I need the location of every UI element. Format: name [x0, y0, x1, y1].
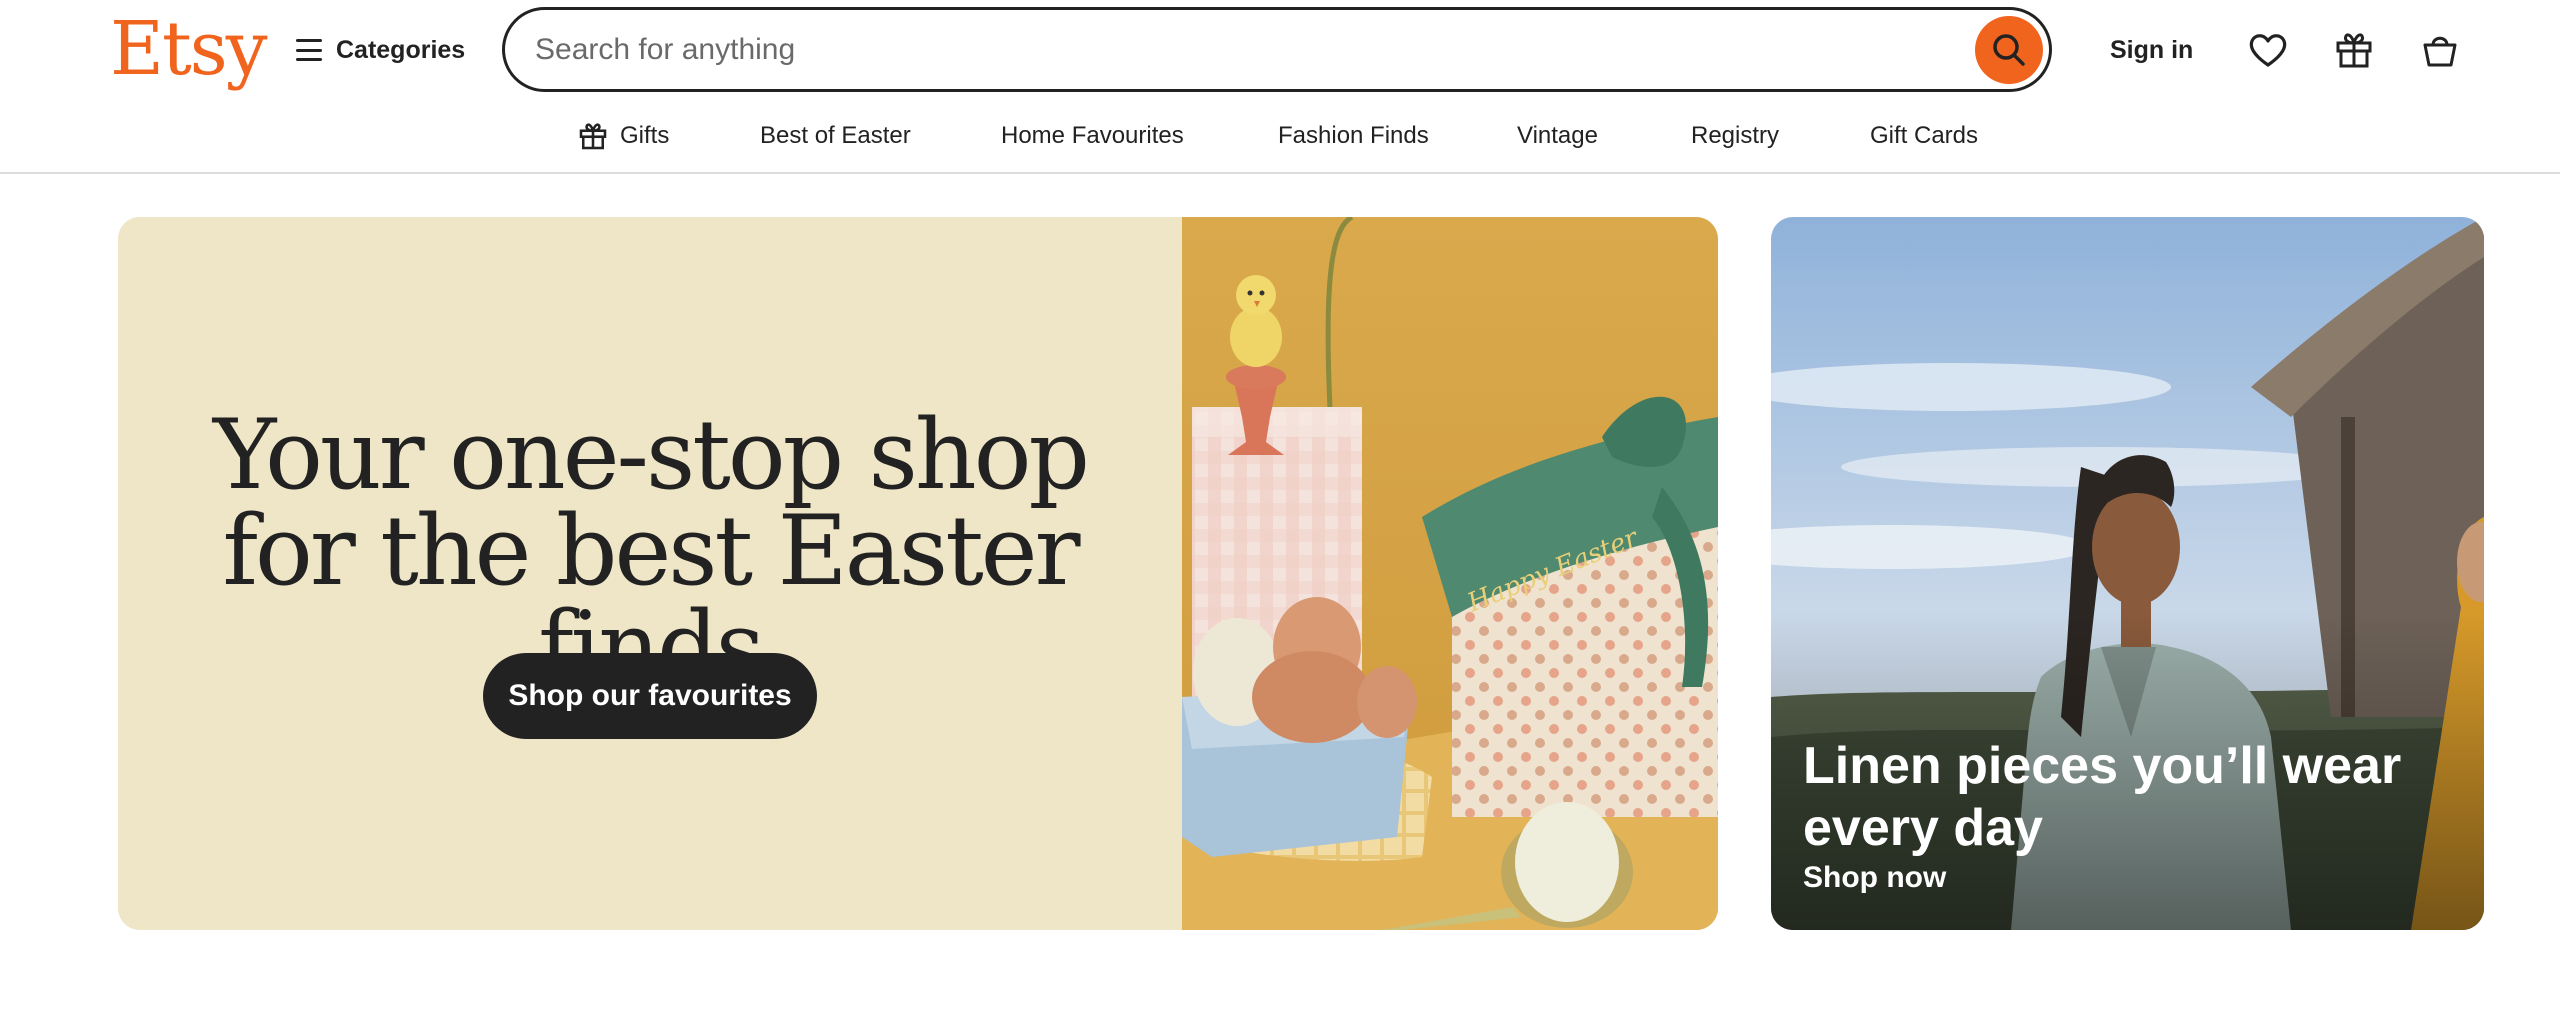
nav-item-registry[interactable]: Registry — [1691, 112, 1779, 160]
easter-hero-banner: Your one-stop shop for the best Easter f… — [118, 217, 1718, 930]
shop-favourites-button[interactable]: Shop our favourites — [483, 653, 817, 739]
gift-button[interactable] — [2326, 22, 2382, 78]
nav-item-gift-cards[interactable]: Gift Cards — [1870, 112, 1978, 160]
search-input[interactable] — [535, 22, 1915, 78]
nav-item-label: Vintage — [1517, 122, 1598, 149]
nav-item-home-favourites[interactable]: Home Favourites — [1001, 112, 1184, 160]
search-bar — [502, 7, 2052, 92]
nav-item-label: Gift Cards — [1870, 122, 1979, 149]
categories-label: Categories — [336, 35, 466, 64]
nav-item-label: Home Favourites — [1001, 122, 1184, 149]
search-button[interactable] — [1975, 16, 2043, 84]
gift-icon — [2336, 33, 2372, 68]
hero-title: Your one-stop shop for the best Easter f… — [213, 399, 1090, 703]
promo-title: Linen pieces you’ll wear every day — [1803, 737, 2402, 857]
nav-item-vintage[interactable]: Vintage — [1517, 112, 1598, 160]
sign-in-link[interactable]: Sign in — [2100, 28, 2203, 72]
nav-item-label: Fashion Finds — [1278, 122, 1429, 149]
nav-item-label: Gifts — [620, 122, 670, 149]
nav-item-best-of-easter[interactable]: Best of Easter — [760, 112, 911, 160]
etsy-logo[interactable]: Etsy — [110, 4, 268, 94]
nav-item-fashion-finds[interactable]: Fashion Finds — [1278, 112, 1429, 160]
hero-copy-panel: Your one-stop shop for the best Easter f… — [118, 217, 1182, 930]
shopping-bag-icon — [2423, 36, 2457, 67]
nav-item-label: Registry — [1691, 122, 1780, 149]
linen-promo-card[interactable]: Linen pieces you’ll wear every day Shop … — [1771, 217, 2484, 930]
header-divider — [0, 172, 2560, 174]
nav-item-label: Best of Easter — [760, 122, 911, 149]
categories-button[interactable]: Categories — [296, 26, 465, 74]
menu-icon — [296, 39, 322, 61]
category-nav: Gifts Best of Easter Home Favourites Fas… — [0, 106, 2560, 166]
gift-icon — [579, 123, 607, 150]
heart-icon — [2249, 34, 2287, 67]
shop-now-link[interactable]: Shop now — [1803, 861, 1946, 895]
nav-item-gifts[interactable]: Gifts — [578, 112, 669, 160]
easter-still-life-image: Happy Easter — [1182, 217, 1718, 930]
search-icon — [1993, 34, 2025, 66]
favorites-button[interactable] — [2240, 22, 2296, 78]
site-header: Etsy Categories Sign in — [0, 0, 2560, 100]
cart-button[interactable] — [2412, 22, 2468, 78]
